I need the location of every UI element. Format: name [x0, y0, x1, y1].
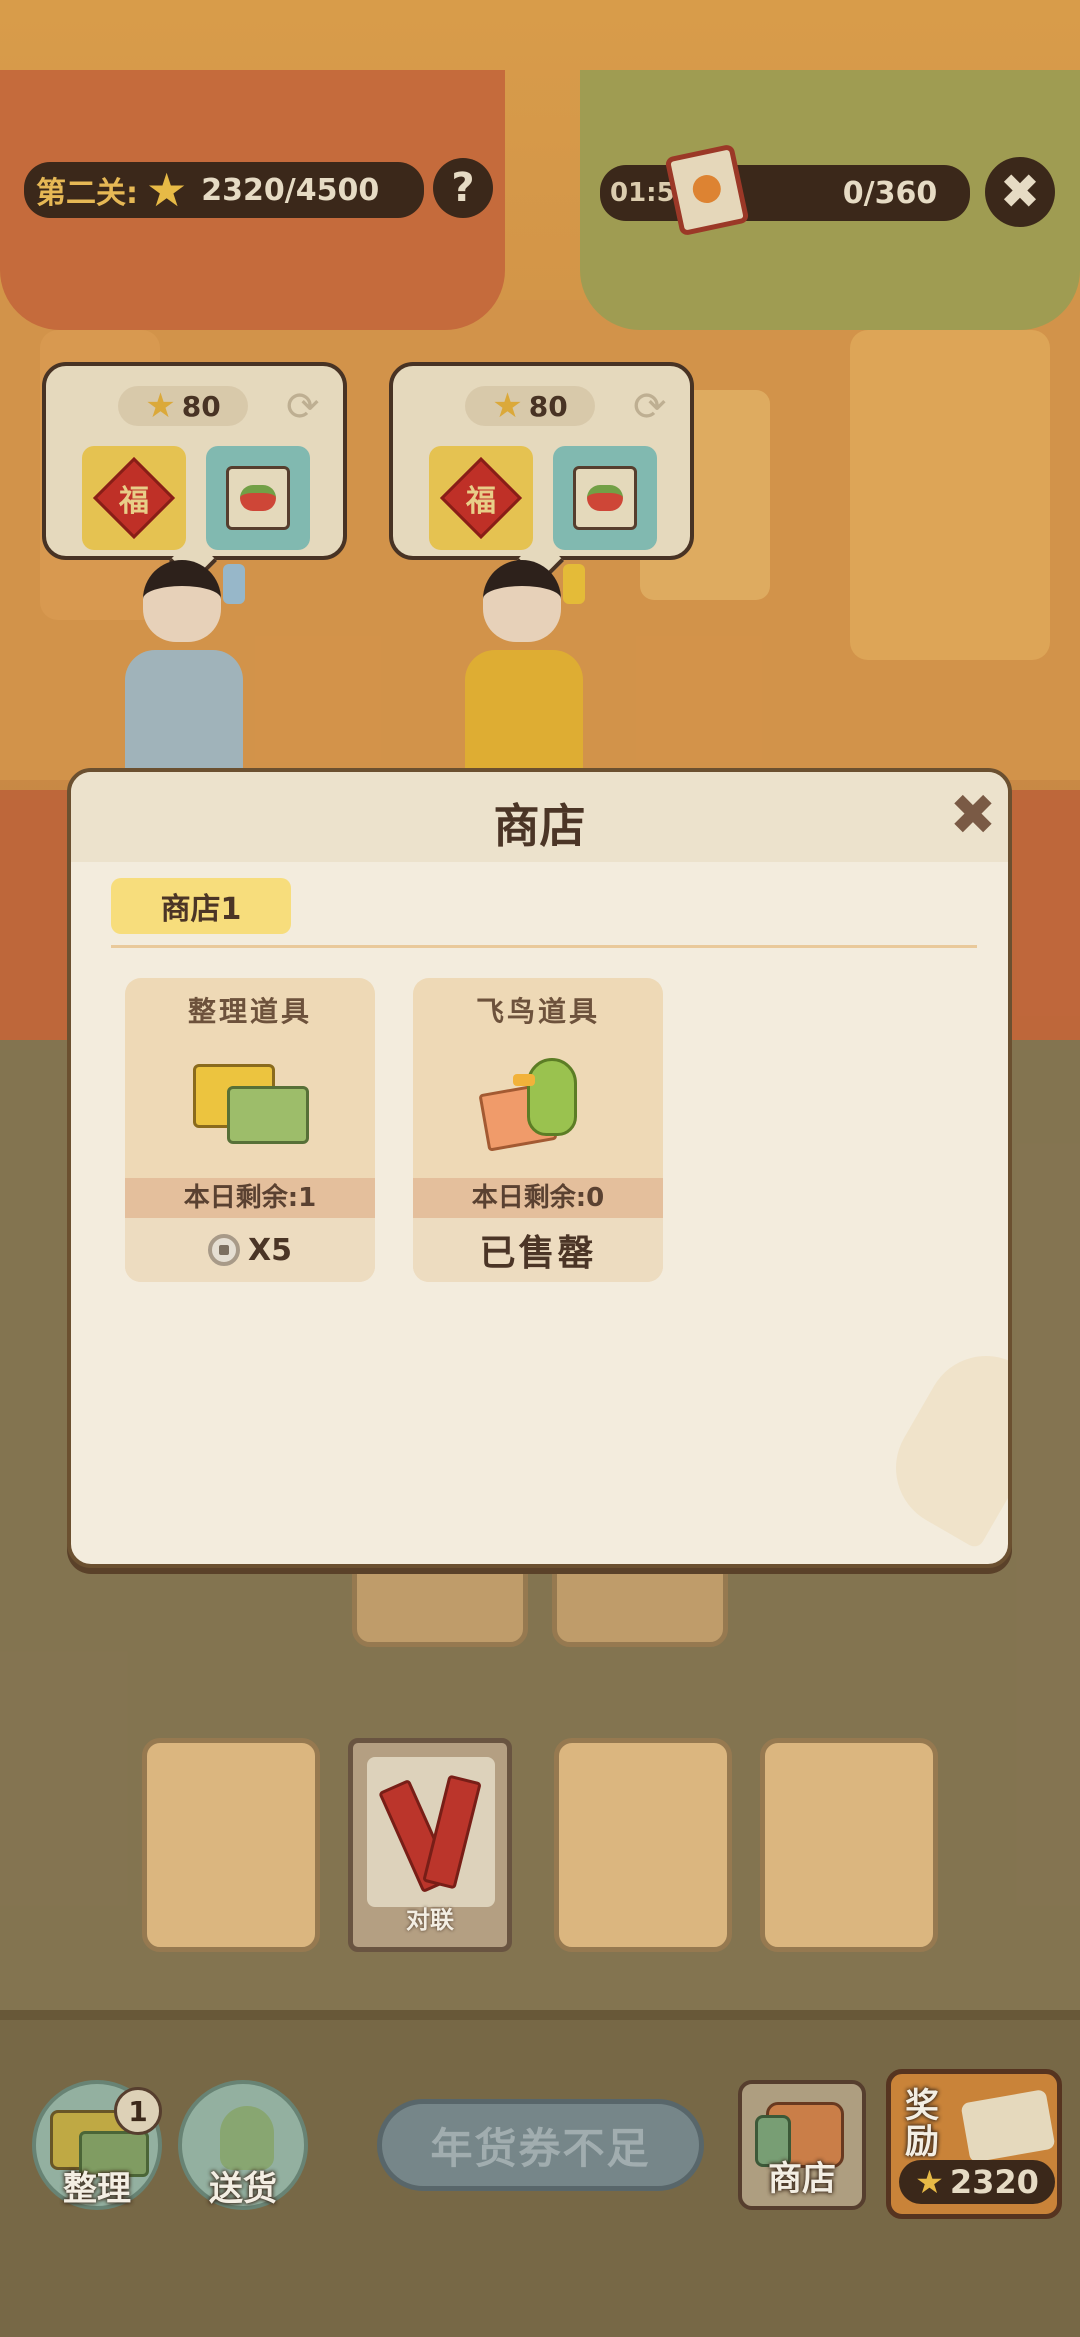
vegetable-icon [573, 466, 637, 530]
order-item-vegetable [206, 446, 310, 550]
fu-charm-icon: 福 [439, 456, 523, 540]
customer-girl [455, 560, 595, 770]
reward-amount-value: 2320 [949, 2163, 1039, 2201]
reward-amount: ★ 2320 [899, 2160, 1055, 2204]
deliver-tool-button[interactable]: 送货 [178, 2080, 308, 2210]
timer-delivery-bar: 01:54 0/360 [600, 165, 970, 221]
order-cost: ★ 80 [465, 386, 595, 426]
shop-item-sold-out: 已售罄 [413, 1218, 663, 1282]
game-scene: 第二关: ★ 2320/4500 ? 01:54 0/360 ✖ ★ 80 ⟳ 福… [0, 0, 1080, 2337]
deliver-tool-label: 送货 [209, 2169, 277, 2209]
level-label: 第二关: [36, 176, 138, 211]
star-icon: ★ [915, 2163, 944, 2201]
couplet-label: 对联 [406, 1906, 454, 1934]
bird-icon [478, 1038, 603, 1168]
delivery-progress: 0/360 [842, 175, 938, 211]
fu-charm-icon: 福 [92, 456, 176, 540]
board-slot[interactable] [554, 1738, 732, 1952]
reward-scroll-icon [960, 2088, 1056, 2164]
help-button[interactable]: ? [433, 158, 493, 218]
vegetable-icon [226, 466, 290, 530]
coin-icon [207, 1234, 240, 1266]
star-icon: ★ [145, 386, 176, 426]
shop-item-price-value: X5 [247, 1232, 292, 1268]
board-slot[interactable] [760, 1738, 938, 1952]
shop-item-card[interactable]: 整理道具 本日剩余:1 X5 [125, 978, 375, 1282]
shop-modal: 商店 ✖ 商店1 整理道具 本日剩余:1 X5 飞鸟道具 本日剩余:0 已售罄 [67, 768, 1012, 1568]
customer-order-bubble[interactable]: ★ 80 ⟳ 福 [389, 362, 694, 560]
score-progress: 2320/4500 [201, 172, 380, 208]
fu-charm-label: 福 [466, 484, 496, 519]
order-cost: ★ 80 [118, 386, 248, 426]
shop-modal-title: 商店 [493, 799, 586, 853]
shop-item-stock: 本日剩余:1 [125, 1178, 375, 1218]
reward-label: 奖励 [905, 2086, 939, 2162]
exit-button[interactable]: ✖ [985, 157, 1055, 227]
shop-item-name: 飞鸟道具 [475, 995, 600, 1028]
order-cost-value: 80 [181, 389, 221, 423]
order-item-vegetable [553, 446, 657, 550]
star-icon: ★ [146, 163, 188, 217]
insufficient-voucher-button[interactable]: 年货券不足 [377, 2099, 704, 2191]
shop-item-price[interactable]: X5 [125, 1218, 375, 1282]
shop-item-card[interactable]: 飞鸟道具 本日剩余:0 已售罄 [413, 978, 663, 1282]
order-item-fu: 福 [82, 446, 186, 550]
shop-item-name: 整理道具 [187, 995, 312, 1028]
level-progress-bar: 第二关: ★ 2320/4500 [24, 162, 424, 218]
star-icon: ★ [492, 386, 523, 426]
order-item-fu: 福 [429, 446, 533, 550]
tab-shop-1[interactable]: 商店1 [111, 878, 291, 934]
shop-button[interactable]: 商店 [738, 2080, 866, 2210]
sort-count-badge: 1 [114, 2087, 162, 2135]
tab-divider [111, 945, 977, 948]
customer-order-bubble[interactable]: ★ 80 ⟳ 福 [42, 362, 347, 560]
reward-button[interactable]: 奖励 ★ 2320 [886, 2069, 1062, 2219]
shop-button-label: 商店 [768, 2159, 836, 2199]
sort-boxes-icon [193, 1060, 313, 1150]
close-icon[interactable]: ✖ [945, 788, 1001, 844]
sort-tool-label: 整理 [63, 2169, 131, 2209]
decorative-leaf [874, 1334, 1008, 1550]
shop-item-stock: 本日剩余:0 [413, 1178, 663, 1218]
fu-charm-label: 福 [119, 484, 149, 519]
couplet-icon [367, 1757, 495, 1907]
customer-boy [115, 560, 255, 770]
order-cost-value: 80 [528, 389, 568, 423]
background-barrel [850, 330, 1050, 660]
refresh-icon[interactable]: ⟳ [286, 384, 320, 430]
refresh-icon[interactable]: ⟳ [633, 384, 667, 430]
board-slot[interactable] [142, 1738, 320, 1952]
board-slot-couplet[interactable]: 对联 [348, 1738, 512, 1952]
